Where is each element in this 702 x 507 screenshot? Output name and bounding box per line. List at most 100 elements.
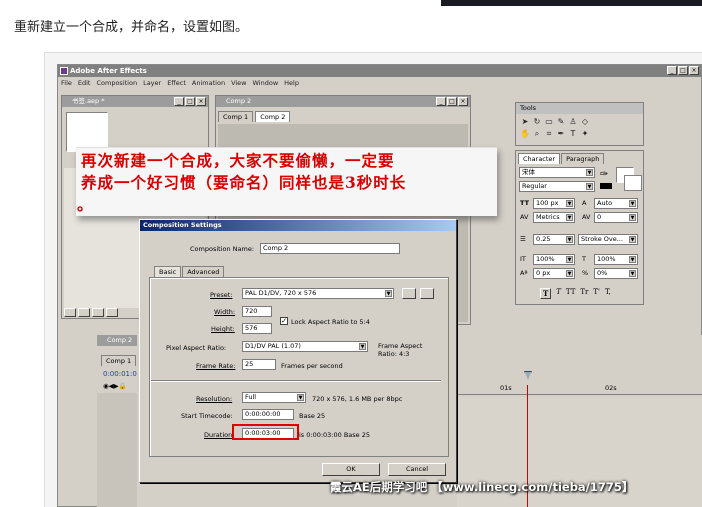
save-preset-icon[interactable] — [402, 288, 416, 299]
rectangle-mask-icon[interactable]: ▭ — [544, 117, 554, 127]
tsume-field[interactable]: 0% ▼ — [594, 268, 638, 279]
resolution-select[interactable]: Full ▼ — [242, 392, 306, 403]
preset-select[interactable]: PAL D1/DV, 720 x 576 ▼ — [242, 288, 394, 299]
comp-maximize-button[interactable]: □ — [447, 97, 457, 106]
kerning-field[interactable]: Metrics ▼ — [533, 212, 575, 223]
interpret-footage-icon[interactable] — [64, 308, 76, 317]
frame-rate-label: Frame Rate: — [196, 362, 236, 370]
width-input[interactable]: 720 — [242, 306, 272, 317]
tab-comp-1[interactable]: Comp 1 — [218, 111, 254, 122]
timeline-tab-comp-1[interactable]: Comp 1 — [101, 355, 137, 366]
character-tabs: Character Paragraph — [518, 153, 605, 164]
project-maximize-button[interactable]: □ — [185, 97, 195, 106]
subscript-button[interactable]: T, — [605, 288, 611, 299]
faux-bold-button[interactable]: T — [540, 288, 552, 299]
horizontal-scale-field[interactable]: 100% ▼ — [594, 254, 638, 265]
comp-name-input[interactable]: Comp 2 — [260, 243, 400, 254]
stroke-color-swatch[interactable] — [624, 175, 642, 191]
faux-italic-button[interactable]: T — [556, 288, 561, 299]
text-tool-icon[interactable]: T — [568, 129, 578, 139]
lock-aspect-checkbox[interactable]: ✓ — [280, 317, 288, 325]
project-close-button[interactable]: × — [196, 97, 206, 106]
ok-button[interactable]: OK — [322, 463, 380, 476]
maximize-button[interactable]: □ — [678, 66, 688, 75]
font-style-select[interactable]: Regular ▼ — [519, 181, 595, 192]
font-size-icon: TT — [520, 199, 530, 207]
time-ruler[interactable]: 01s 02s — [457, 375, 702, 395]
menu-composition[interactable]: Composition — [96, 78, 137, 89]
menu-file[interactable]: File — [61, 78, 72, 89]
minimize-button[interactable]: _ — [667, 66, 677, 75]
composition-settings-dialog: Composition Settings Composition Name: C… — [139, 219, 457, 483]
puppet-tool-icon[interactable]: ✦ — [580, 129, 590, 139]
preset-label: Preset: — [210, 291, 233, 299]
menu-effect[interactable]: Effect — [167, 78, 186, 89]
stroke-width-icon: ☰ — [520, 235, 526, 243]
vertical-scale-field[interactable]: 100% ▼ — [533, 254, 575, 265]
menu-window[interactable]: Window — [253, 78, 279, 89]
tab-character[interactable]: Character — [518, 153, 561, 164]
project-minimize-button[interactable]: _ — [174, 97, 184, 106]
eyedropper-icon[interactable]: ✑ — [600, 169, 608, 180]
tracking-field[interactable]: 0 ▼ — [594, 212, 638, 223]
ruler-label-2s: 02s — [605, 384, 617, 392]
font-size-field[interactable]: 100 px ▼ — [533, 198, 575, 209]
zoom-tool-icon[interactable]: ⌕ — [532, 129, 542, 139]
pixel-aspect-select[interactable]: D1/DV PAL (1.07) ▼ — [242, 341, 368, 352]
window-controls: _ □ × — [667, 66, 699, 75]
clone-stamp-icon[interactable]: ♙ — [568, 117, 578, 127]
height-input[interactable]: 576 — [242, 323, 272, 334]
tab-paragraph[interactable]: Paragraph — [561, 153, 605, 164]
delete-preset-icon[interactable] — [420, 288, 434, 299]
tracking-icon: AV — [582, 213, 591, 221]
eraser-tool-icon[interactable]: ◇ — [580, 117, 590, 127]
small-caps-button[interactable]: Tr — [580, 288, 588, 299]
new-folder-icon[interactable] — [78, 308, 90, 317]
start-timecode-label: Start Timecode: — [181, 412, 233, 420]
menu-edit[interactable]: Edit — [78, 78, 91, 89]
tab-comp-2[interactable]: Comp 2 — [255, 111, 291, 122]
tab-advanced[interactable]: Advanced — [182, 266, 225, 277]
close-button[interactable]: × — [689, 66, 699, 75]
app-titlebar: Adobe After Effects — [58, 65, 701, 77]
annotation-dot: 。 — [77, 195, 94, 214]
baseline-shift-field[interactable]: 0 px ▼ — [533, 268, 575, 279]
tab-basic[interactable]: Basic — [154, 266, 182, 277]
dialog-divider — [151, 380, 441, 381]
menu-help[interactable]: Help — [284, 78, 299, 89]
stroke-width-field[interactable]: 0.25 ▼ — [533, 234, 575, 245]
all-caps-button[interactable]: TT — [566, 288, 575, 299]
menu-animation[interactable]: Animation — [192, 78, 225, 89]
black-swatch[interactable] — [600, 183, 612, 189]
timeline-layer-area[interactable] — [97, 393, 137, 507]
frame-rate-input[interactable]: 25 — [242, 359, 276, 370]
frame-rate-unit: Frames per second — [281, 362, 343, 370]
leading-field[interactable]: Auto ▼ — [594, 198, 638, 209]
menu-view[interactable]: View — [231, 78, 246, 89]
current-time-display[interactable]: 0:00:01:0 — [103, 370, 137, 378]
selection-tool-icon[interactable]: ➤ — [520, 117, 530, 127]
comp-name-label: Composition Name: — [190, 245, 255, 253]
ae-logo-icon — [60, 67, 68, 75]
menu-layer[interactable]: Layer — [143, 78, 161, 89]
rotate-tool-icon[interactable]: ↻ — [532, 117, 542, 127]
superscript-button[interactable]: T' — [593, 288, 600, 299]
font-family-select[interactable]: 宋体 ▼ — [519, 167, 595, 178]
dialog-tabs: Basic Advanced — [154, 266, 225, 277]
top-dark-bar — [441, 0, 702, 6]
cancel-button[interactable]: Cancel — [388, 463, 446, 476]
pen-tool-icon[interactable]: ✒ — [556, 129, 566, 139]
pan-behind-icon[interactable]: ⌗ — [544, 129, 554, 139]
hand-tool-icon[interactable]: ✋ — [520, 129, 530, 139]
new-comp-icon[interactable] — [92, 308, 104, 317]
trash-icon[interactable] — [106, 308, 118, 317]
brush-tool-icon[interactable]: ✎ — [556, 117, 566, 127]
timeline-title: Comp 2 — [97, 335, 137, 346]
dialog-title: Composition Settings — [140, 220, 456, 231]
ruler-label-1s: 01s — [500, 384, 512, 392]
vertical-scale-icon: IT — [520, 255, 526, 263]
stroke-mode-select[interactable]: Stroke Ove... ▼ — [578, 234, 638, 245]
comp-minimize-button[interactable]: _ — [436, 97, 446, 106]
start-timecode-input[interactable]: 0:00:00:00 — [242, 409, 294, 420]
comp-close-button[interactable]: × — [458, 97, 468, 106]
